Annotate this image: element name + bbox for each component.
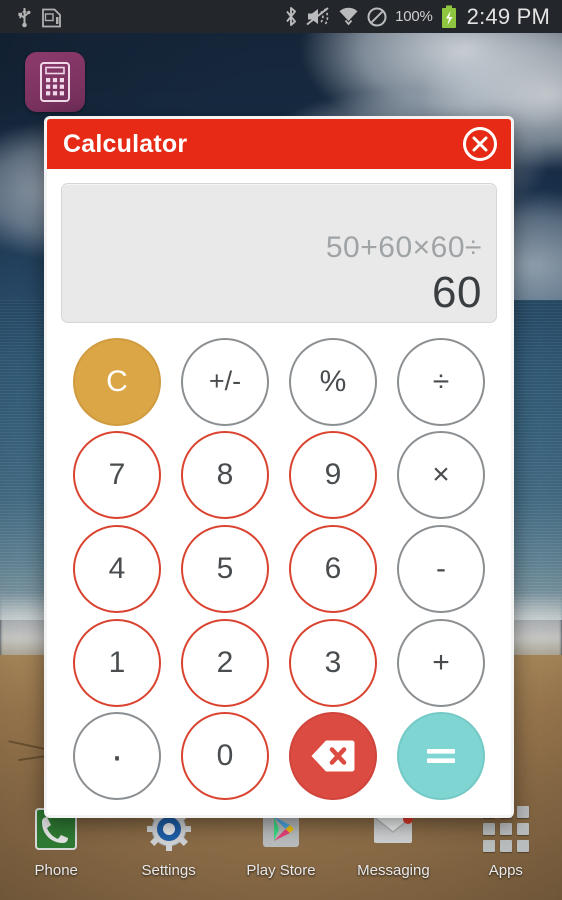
key-7[interactable]: 7 xyxy=(73,431,161,520)
calculator-title-bar: Calculator xyxy=(47,119,511,169)
wifi-icon xyxy=(339,7,358,26)
battery-percent: 100% xyxy=(395,8,433,25)
key-plus-label: + xyxy=(432,645,450,679)
calculator-glyph-icon xyxy=(40,62,70,102)
calculator-display-area: 50+60×60÷ 60 xyxy=(47,169,511,331)
calculator-app-icon[interactable] xyxy=(25,52,85,112)
key-3[interactable]: 3 xyxy=(289,618,377,707)
key-0[interactable]: 0 xyxy=(181,712,269,801)
calculator-title: Calculator xyxy=(63,129,188,158)
do-not-disturb-icon xyxy=(367,7,387,26)
dock-label-messaging: Messaging xyxy=(357,862,430,879)
key-multiply-label: × xyxy=(432,458,450,492)
status-bar-right: 100% 2:49 PM xyxy=(284,4,556,30)
key-plus[interactable]: + xyxy=(397,618,485,707)
sd-card-icon xyxy=(42,8,61,27)
key-5-label: 5 xyxy=(216,551,234,585)
close-icon[interactable] xyxy=(461,125,499,163)
dock-label-play-store: Play Store xyxy=(246,862,316,879)
key-3-label: 3 xyxy=(324,645,342,679)
calculator-expression: 50+60×60÷ xyxy=(325,231,482,265)
mute-icon xyxy=(306,7,329,26)
key-minus[interactable]: - xyxy=(397,524,485,613)
key-sign-label: +/- xyxy=(208,366,242,397)
key-multiply[interactable]: × xyxy=(397,431,485,520)
key-9[interactable]: 9 xyxy=(289,431,377,520)
key-percent[interactable]: % xyxy=(289,337,377,426)
key-minus-label: - xyxy=(436,551,446,585)
key-9-label: 9 xyxy=(324,458,342,492)
key-8[interactable]: 8 xyxy=(181,431,269,520)
key-decimal-label: · xyxy=(110,734,124,779)
calculator-dialog: Calculator 50+60×60÷ 60 C +/-% ÷ 7 8 9 × 4 5 6 - 1 2… xyxy=(44,116,514,818)
key-clear-label: C xyxy=(106,364,128,398)
key-6-label: 6 xyxy=(324,551,342,585)
calculator-result: 60 xyxy=(432,267,482,317)
key-1[interactable]: 1 xyxy=(73,618,161,707)
key-backspace[interactable] xyxy=(289,712,377,801)
key-1-label: 1 xyxy=(108,645,126,679)
dock-label-apps: Apps xyxy=(488,862,523,879)
calculator-display[interactable]: 50+60×60÷ 60 xyxy=(61,183,497,323)
key-2-label: 2 xyxy=(216,645,234,679)
key-decimal[interactable]: · xyxy=(73,712,161,801)
key-divide[interactable]: ÷ xyxy=(397,337,485,426)
calculator-keypad: C +/-% ÷ 7 8 9 × 4 5 6 - 1 2 3 + · 0 xyxy=(47,331,511,815)
status-bar-clock: 2:49 PM xyxy=(466,3,550,29)
key-clear[interactable]: C xyxy=(73,337,161,426)
key-4-label: 4 xyxy=(108,551,126,585)
key-6[interactable]: 6 xyxy=(289,524,377,613)
battery-charging-icon xyxy=(441,5,456,28)
equals-icon xyxy=(427,749,455,764)
key-0-label: 0 xyxy=(216,739,234,773)
key-equals[interactable] xyxy=(397,712,485,801)
key-7-label: 7 xyxy=(108,458,126,492)
key-4[interactable]: 4 xyxy=(73,524,161,613)
key-2[interactable]: 2 xyxy=(181,618,269,707)
key-8-label: 8 xyxy=(216,458,234,492)
status-bar-left xyxy=(16,6,61,28)
key-sign[interactable]: +/- xyxy=(181,337,269,426)
dock-label-settings: Settings xyxy=(141,862,196,879)
key-5[interactable]: 5 xyxy=(181,524,269,613)
bluetooth-icon xyxy=(286,7,297,26)
usb-icon xyxy=(18,7,31,27)
key-percent-label: % xyxy=(319,364,347,398)
key-divide-label: ÷ xyxy=(432,364,450,398)
dock-label-phone: Phone xyxy=(34,862,78,879)
status-bar: 100% 2:49 PM xyxy=(0,0,562,33)
backspace-icon xyxy=(311,740,355,772)
